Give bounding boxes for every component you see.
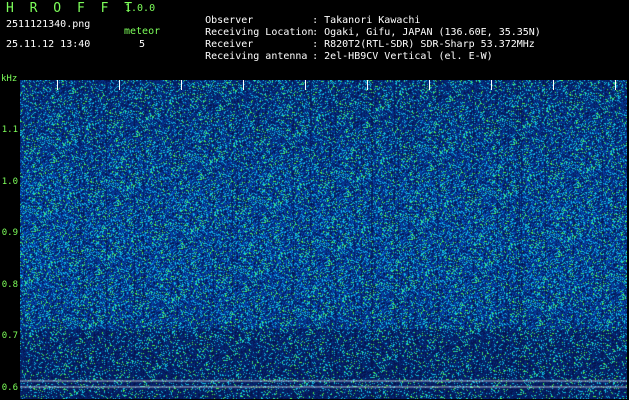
y-tick-label: 1.0 xyxy=(1,176,18,187)
app-brand: H R O F F T xyxy=(6,1,137,16)
minute-marker xyxy=(119,80,120,90)
file-name: 2511121340.png xyxy=(6,19,91,30)
minute-marker xyxy=(367,80,368,90)
meteor-count: 5 xyxy=(139,39,146,50)
hrofft-window: H R O F F T 1.0.0 2511121340.png 25.11.1… xyxy=(0,0,629,400)
app-version: 1.0.0 xyxy=(125,3,156,14)
spectrogram-panel xyxy=(20,80,627,399)
spectrogram-canvas xyxy=(20,80,627,399)
minute-marker xyxy=(553,80,554,90)
minute-marker xyxy=(429,80,430,90)
minute-marker xyxy=(181,80,182,90)
y-tick-label: 0.8 xyxy=(1,279,18,290)
y-tick-label: 0.7 xyxy=(1,331,18,342)
minute-marker xyxy=(615,80,616,90)
info-antenna: Receiving antenna:2el-HB9CV Vertical (el… xyxy=(181,42,493,72)
capture-datetime: 25.11.12 13:40 xyxy=(6,39,91,50)
info-separator: : xyxy=(312,51,319,62)
minute-marker xyxy=(491,80,492,90)
minute-marker xyxy=(243,80,244,90)
meteor-label: meteor xyxy=(124,26,161,37)
y-tick-label: 0.9 xyxy=(1,228,18,239)
info-value: 2el-HB9CV Vertical (el. E-W) xyxy=(324,51,493,62)
y-tick-label: 0.6 xyxy=(1,382,18,393)
minute-marker xyxy=(305,80,306,90)
minute-marker xyxy=(57,80,58,90)
info-label: Receiving antenna xyxy=(205,51,308,62)
y-tick-label: 1.1 xyxy=(1,125,18,136)
y-axis-unit: kHz xyxy=(1,74,18,84)
